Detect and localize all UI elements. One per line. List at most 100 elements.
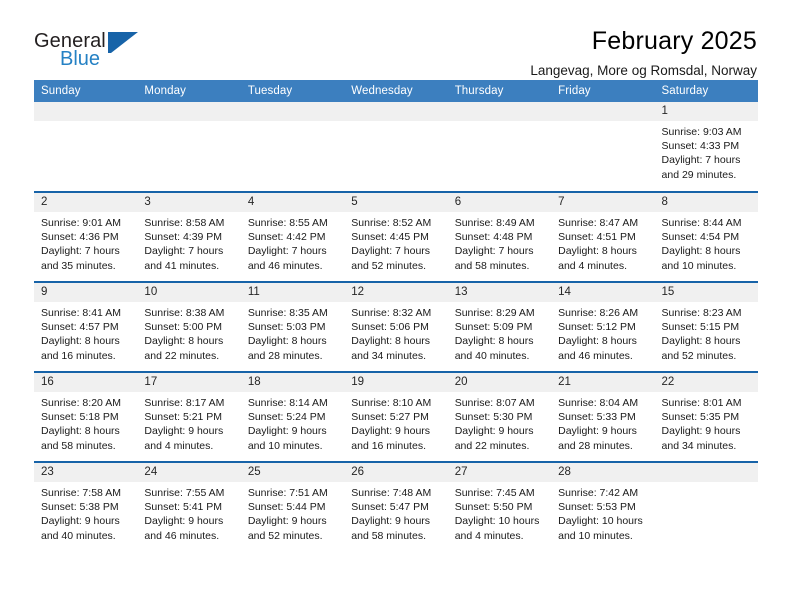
page-subtitle-location: Langevag, More og Romsdal, Norway	[530, 63, 757, 78]
calendar-day-cell[interactable]: 12 Sunrise: 8:32 AM Sunset: 5:06 PM Dayligh…	[344, 281, 448, 372]
page-title: February 2025	[591, 27, 757, 55]
day-number: 24	[137, 463, 241, 482]
weekday-header-tuesday: Tuesday	[240, 80, 345, 102]
calendar-day-cell[interactable]: 7 Sunrise: 8:47 AM Sunset: 4:51 PM Daylight…	[551, 191, 655, 282]
day-number: 26	[344, 463, 448, 482]
sunrise-time: Sunrise: 7:58 AM	[41, 487, 121, 499]
sunrise-time: Sunrise: 9:01 AM	[41, 217, 121, 229]
general-blue-logo[interactable]: General Blue	[34, 26, 174, 78]
sunrise-time: Sunrise: 8:04 AM	[558, 397, 639, 409]
sunset-time: Sunset: 5:18 PM	[41, 411, 119, 424]
daylight-duration: Daylight: 8 hours and 4 minutes.	[558, 245, 637, 272]
sunset-time: Sunset: 5:12 PM	[558, 321, 636, 334]
calendar-day-cell[interactable]: 2 Sunrise: 9:01 AM Sunset: 4:36 PM Daylight…	[34, 191, 138, 282]
sunrise-time: Sunrise: 8:58 AM	[144, 217, 225, 229]
sunrise-time: Sunrise: 7:51 AM	[247, 487, 328, 499]
weekday-header-saturday: Saturday	[654, 80, 758, 102]
day-sun-info: Sunrise: 8:04 AM Sunset: 5:33 PM Daylight:…	[551, 392, 654, 453]
daylight-duration: Daylight: 8 hours and 52 minutes.	[661, 335, 741, 362]
sunset-time: Sunset: 5:27 PM	[351, 411, 429, 424]
sunset-time: Sunset: 5:50 PM	[454, 501, 533, 514]
calendar-day-cell[interactable]: 11 Sunrise: 8:35 AM Sunset: 5:03 PM Dayligh…	[240, 281, 345, 372]
sunset-time: Sunset: 4:54 PM	[661, 231, 740, 244]
weekday-header-wednesday: Wednesday	[344, 80, 448, 102]
calendar-day-cell[interactable]: 14 Sunrise: 8:26 AM Sunset: 5:12 PM Dayligh…	[551, 281, 655, 372]
day-sun-info: Sunrise: 8:17 AM Sunset: 5:21 PM Daylight:…	[137, 392, 240, 453]
daylight-duration: Daylight: 8 hours and 16 minutes.	[41, 335, 120, 362]
sunset-time: Sunset: 5:24 PM	[247, 411, 326, 424]
calendar-day-cell-empty	[34, 102, 138, 192]
day-sun-info: Sunrise: 8:52 AM Sunset: 4:45 PM Daylight:…	[344, 212, 447, 273]
sunrise-time: Sunrise: 8:26 AM	[558, 307, 639, 319]
calendar-day-cell[interactable]: 27 Sunrise: 7:45 AM Sunset: 5:50 PM Dayligh…	[447, 461, 552, 552]
calendar-day-cell[interactable]: 8 Sunrise: 8:44 AM Sunset: 4:54 PM Daylight…	[654, 191, 758, 282]
day-sun-info: Sunrise: 8:38 AM Sunset: 5:00 PM Daylight:…	[137, 302, 240, 363]
sunset-time: Sunset: 5:35 PM	[661, 411, 740, 424]
weekday-header-monday: Monday	[137, 80, 241, 102]
day-number: 28	[551, 463, 655, 482]
daylight-duration: Daylight: 9 hours and 16 minutes.	[351, 425, 431, 452]
calendar-day-cell[interactable]: 24 Sunrise: 7:55 AM Sunset: 5:41 PM Dayligh…	[137, 461, 241, 552]
calendar-day-cell[interactable]: 16 Sunrise: 8:20 AM Sunset: 5:18 PM Dayligh…	[34, 371, 138, 462]
sunrise-time: Sunrise: 8:35 AM	[247, 307, 328, 319]
day-number: 2	[34, 193, 138, 212]
day-number: 12	[344, 283, 448, 302]
calendar-day-cell[interactable]: 21 Sunrise: 8:04 AM Sunset: 5:33 PM Dayligh…	[551, 371, 655, 462]
sunset-time: Sunset: 4:42 PM	[247, 231, 326, 244]
day-number: 4	[240, 193, 345, 212]
sunset-time: Sunset: 5:03 PM	[247, 321, 326, 334]
day-sun-info: Sunrise: 7:48 AM Sunset: 5:47 PM Daylight:…	[344, 482, 447, 543]
calendar-day-cell[interactable]: 6 Sunrise: 8:49 AM Sunset: 4:48 PM Daylight…	[447, 191, 552, 282]
daylight-duration: Daylight: 8 hours and 40 minutes.	[454, 335, 534, 362]
sunrise-time: Sunrise: 7:55 AM	[144, 487, 225, 499]
calendar-day-cell[interactable]: 25 Sunrise: 7:51 AM Sunset: 5:44 PM Dayligh…	[240, 461, 345, 552]
day-number: 25	[240, 463, 345, 482]
sunrise-time: Sunrise: 7:48 AM	[351, 487, 432, 499]
calendar-day-cell[interactable]: 18 Sunrise: 8:14 AM Sunset: 5:24 PM Dayligh…	[240, 371, 345, 462]
calendar-week-row: 2 Sunrise: 9:01 AM Sunset: 4:36 PM Daylight…	[34, 191, 758, 282]
sunset-time: Sunset: 4:33 PM	[661, 140, 740, 153]
weekday-header-sunday: Sunday	[34, 80, 138, 102]
calendar-day-cell[interactable]: 10 Sunrise: 8:38 AM Sunset: 5:00 PM Dayligh…	[137, 281, 241, 372]
calendar-day-cell[interactable]: 9 Sunrise: 8:41 AM Sunset: 4:57 PM Daylight…	[34, 281, 138, 372]
calendar-day-cell[interactable]: 20 Sunrise: 8:07 AM Sunset: 5:30 PM Dayligh…	[447, 371, 552, 462]
calendar-week-row: 16 Sunrise: 8:20 AM Sunset: 5:18 PM Dayligh…	[34, 371, 758, 462]
day-number: 10	[137, 283, 241, 302]
day-sun-info: Sunrise: 8:10 AM Sunset: 5:27 PM Daylight:…	[344, 392, 447, 453]
day-number: 6	[447, 193, 552, 212]
sunset-time: Sunset: 5:30 PM	[454, 411, 533, 424]
calendar-day-cell[interactable]: 1 Sunrise: 9:03 AM Sunset: 4:33 PM Daylight…	[654, 102, 758, 192]
title-block: February 2025 Langevag, More og Romsdal,…	[174, 26, 758, 82]
calendar-day-cell[interactable]: 15 Sunrise: 8:23 AM Sunset: 5:15 PM Dayligh…	[654, 281, 758, 372]
sunrise-time: Sunrise: 7:45 AM	[454, 487, 535, 499]
weekday-header-thursday: Thursday	[447, 80, 552, 102]
calendar-day-cell-empty	[447, 102, 552, 192]
calendar-day-cell[interactable]: 26 Sunrise: 7:48 AM Sunset: 5:47 PM Dayligh…	[344, 461, 448, 552]
day-number	[344, 102, 448, 121]
calendar-day-cell[interactable]: 4 Sunrise: 8:55 AM Sunset: 4:42 PM Daylight…	[240, 191, 345, 282]
day-number: 15	[654, 283, 758, 302]
day-number: 23	[34, 463, 138, 482]
daylight-duration: Daylight: 9 hours and 22 minutes.	[454, 425, 534, 452]
calendar-day-cell[interactable]: 23 Sunrise: 7:58 AM Sunset: 5:38 PM Dayligh…	[34, 461, 138, 552]
calendar-day-cell[interactable]: 13 Sunrise: 8:29 AM Sunset: 5:09 PM Dayligh…	[447, 281, 552, 372]
sunset-time: Sunset: 4:48 PM	[454, 231, 533, 244]
daylight-duration: Daylight: 7 hours and 52 minutes.	[351, 245, 431, 272]
calendar-day-cell[interactable]: 5 Sunrise: 8:52 AM Sunset: 4:45 PM Daylight…	[344, 191, 448, 282]
daylight-duration: Daylight: 9 hours and 4 minutes.	[144, 425, 224, 452]
day-sun-info: Sunrise: 8:47 AM Sunset: 4:51 PM Daylight:…	[551, 212, 654, 273]
daylight-duration: Daylight: 8 hours and 10 minutes.	[661, 245, 741, 272]
day-number: 19	[344, 373, 448, 392]
daylight-duration: Daylight: 9 hours and 52 minutes.	[247, 515, 327, 542]
sunrise-time: Sunrise: 8:32 AM	[351, 307, 432, 319]
day-sun-info: Sunrise: 8:41 AM Sunset: 4:57 PM Daylight:…	[34, 302, 137, 363]
calendar-day-cell[interactable]: 22 Sunrise: 8:01 AM Sunset: 5:35 PM Dayligh…	[654, 371, 758, 462]
day-number	[447, 102, 552, 121]
weekday-header-friday: Friday	[551, 80, 655, 102]
calendar-day-cell[interactable]: 3 Sunrise: 8:58 AM Sunset: 4:39 PM Daylight…	[137, 191, 241, 282]
sunset-time: Sunset: 5:47 PM	[351, 501, 429, 514]
calendar-day-cell[interactable]: 17 Sunrise: 8:17 AM Sunset: 5:21 PM Dayligh…	[137, 371, 241, 462]
day-number	[137, 102, 241, 121]
calendar-day-cell[interactable]: 28 Sunrise: 7:42 AM Sunset: 5:53 PM Dayligh…	[551, 461, 655, 552]
calendar-day-cell[interactable]: 19 Sunrise: 8:10 AM Sunset: 5:27 PM Dayligh…	[344, 371, 448, 462]
